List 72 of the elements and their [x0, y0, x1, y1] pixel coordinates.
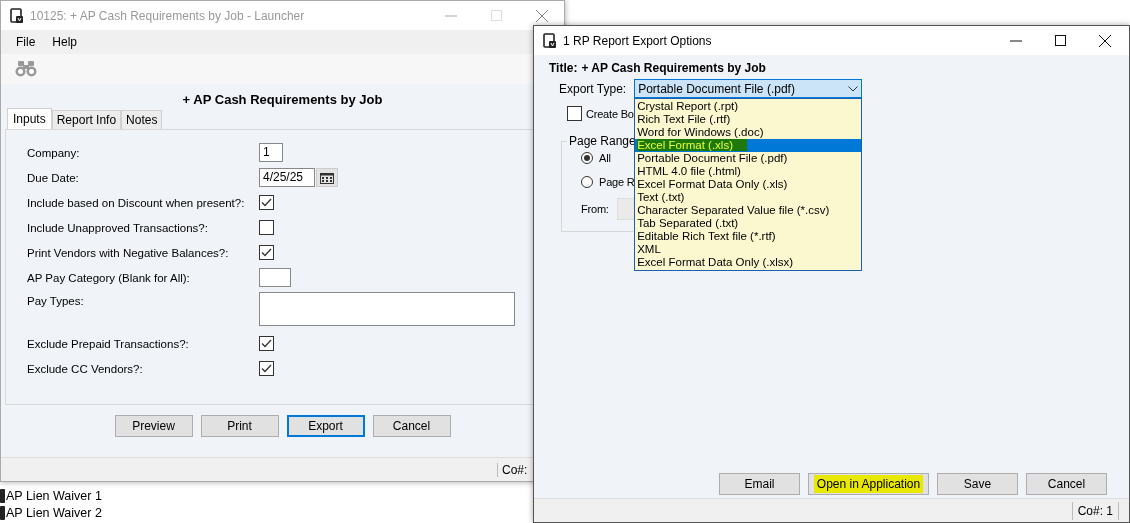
checkbox-label: Create Bo [586, 107, 634, 120]
input-field[interactable]: 1 [259, 143, 283, 162]
report-name[interactable]: AP Lien Waiver 2 [6, 505, 102, 520]
dialog-button[interactable]: Email [719, 473, 800, 495]
dropdown-option[interactable]: HTML 4.0 file (.html) [635, 165, 862, 178]
field-label: Print Vendors with Negative Balances?: [27, 246, 230, 259]
report-icon [0, 488, 5, 503]
dropdown-option[interactable]: Text (.txt) [635, 191, 862, 204]
dropdown-option[interactable]: Excel Format (.xls) [635, 139, 862, 152]
minimize-icon[interactable] [1010, 39, 1022, 42]
field-label: Pay Types: [27, 294, 85, 307]
caret-icon [848, 85, 859, 92]
field-label: Exclude CC Vendors?: [27, 362, 144, 375]
checkbox[interactable] [259, 245, 274, 260]
text-area[interactable] [259, 292, 515, 326]
close-icon[interactable] [1099, 34, 1111, 47]
export-type-dropdown[interactable]: Portable Document File (.pdf) [634, 79, 863, 98]
field-label: AP Pay Category (Blank for All): [27, 271, 191, 284]
dropdown-option[interactable]: Editable Rich Text file (*.rtf) [635, 230, 862, 243]
window-title: 1 RP Report Export Options [563, 33, 712, 48]
dialog-button[interactable]: Export [286, 415, 365, 437]
checkbox[interactable] [259, 195, 274, 210]
dropdown-option[interactable]: Excel Format Data Only (.xls) [635, 178, 862, 191]
dropdown-option[interactable]: Tab Separated (.txt) [635, 217, 862, 230]
binoculars-icon[interactable] [15, 61, 37, 77]
company-status: Co#: 1 [1071, 501, 1119, 520]
dialog-button[interactable]: Cancel [372, 415, 451, 437]
maximize-icon[interactable] [1055, 35, 1066, 46]
checkbox[interactable] [259, 336, 274, 351]
dropdown-option[interactable]: Excel Format Data Only (.xlsx) [635, 256, 862, 269]
field-label: Exclude Prepaid Transactions?: [27, 337, 190, 350]
date-field[interactable]: 4/25/25 [259, 168, 315, 187]
field-label: Due Date: [27, 171, 80, 184]
company-status: Co#: [497, 462, 528, 477]
input-field[interactable] [259, 268, 291, 287]
field-label: Include based on Discount when present?: [27, 196, 246, 209]
title-label: Title: [549, 61, 578, 75]
dialog-button[interactable]: Print [200, 415, 279, 437]
report-name[interactable]: AP Lien Waiver 1 [6, 488, 102, 503]
dialog-button[interactable]: Save [937, 473, 1018, 495]
menu-item[interactable]: File [16, 35, 36, 49]
menu-item[interactable]: Help [52, 35, 78, 49]
dropdown-option[interactable]: XML [635, 243, 862, 256]
report-icon [0, 505, 5, 520]
report-title: + AP Cash Requirements by Job [581, 61, 766, 75]
dropdown-option[interactable]: Rich Text File (.rtf) [635, 113, 862, 126]
app-icon [543, 32, 557, 49]
dropdown-option[interactable]: Character Separated Value file (*.csv) [635, 204, 862, 217]
checkbox[interactable] [259, 361, 274, 376]
dropdown-option[interactable]: Portable Document File (.pdf) [635, 152, 862, 165]
app-icon [10, 7, 24, 24]
radio-label: Page R [599, 176, 635, 188]
tab[interactable]: Report Info [51, 110, 122, 129]
dialog-button[interactable]: Preview [114, 415, 193, 437]
radio-button[interactable] [581, 152, 593, 164]
checkbox[interactable] [259, 220, 274, 235]
dropdown-option[interactable]: Crystal Report (.rpt) [635, 100, 862, 113]
export-type-label: Export Type: [559, 81, 627, 96]
report-heading: + AP Cash Requirements by Job [181, 91, 384, 109]
checkbox[interactable] [567, 106, 582, 121]
radio-button[interactable] [581, 176, 593, 188]
dropdown-option[interactable]: Word for Windows (.doc) [635, 126, 862, 139]
dialog-button[interactable]: Open in Application [808, 473, 929, 495]
tab[interactable]: Notes [121, 110, 163, 129]
calendar-button[interactable] [316, 168, 338, 187]
field-label: Include Unapproved Transactions?: [27, 221, 209, 234]
from-label: From: [581, 203, 609, 215]
tab[interactable]: Inputs [7, 108, 52, 129]
window-title: 10125: + AP Cash Requirements by Job - Launcher [30, 8, 305, 23]
field-label: Company: [27, 146, 81, 159]
radio-label: All [599, 152, 611, 164]
dialog-button[interactable]: Cancel [1026, 473, 1107, 495]
